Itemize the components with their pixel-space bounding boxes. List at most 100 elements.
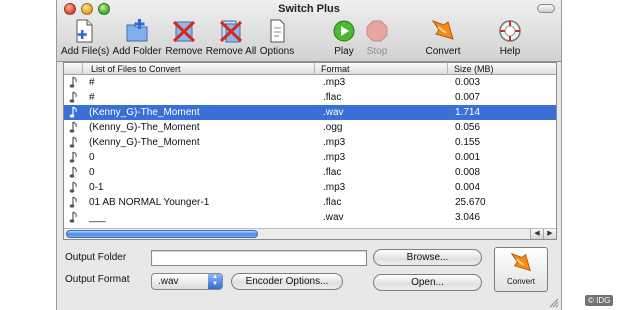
horizontal-scrollbar[interactable]: ◀ ▶ xyxy=(64,228,556,239)
file-icon-cell xyxy=(69,90,81,105)
browse-button[interactable]: Browse... xyxy=(373,249,482,266)
table-body: # .mp3 0.003 # .flac 0.007 (Kenny_G)-The_Momen… xyxy=(64,75,556,225)
file-list-table[interactable]: List of Files to Convert Format Size (MB… xyxy=(63,62,557,240)
file-icon-cell xyxy=(69,135,81,150)
add-file-icon xyxy=(76,19,93,43)
file-size-cell: 3.046 xyxy=(455,212,481,223)
play-button[interactable]: Play xyxy=(327,18,361,60)
file-size-cell: 0.001 xyxy=(455,152,481,163)
remove-button[interactable]: Remove xyxy=(165,18,203,60)
encoder-options-button[interactable]: Encoder Options... xyxy=(231,273,343,290)
output-folder-label: Output Folder xyxy=(65,252,127,263)
column-header-label: List of Files to Convert xyxy=(91,64,181,74)
output-format-label: Output Format xyxy=(65,274,130,285)
window-title: Switch Plus xyxy=(278,3,340,15)
table-row[interactable]: # .flac 0.007 xyxy=(64,90,556,105)
toolbar-label: Options xyxy=(259,46,295,57)
add-folder-button[interactable]: Add Folder xyxy=(111,18,163,60)
options-button[interactable]: Options xyxy=(258,18,296,60)
file-format-cell: .mp3 xyxy=(323,152,346,163)
file-size-cell: 0.056 xyxy=(455,122,481,133)
toolbar-label: Convert xyxy=(425,46,461,57)
file-name-cell: # xyxy=(89,92,95,103)
table-row[interactable]: 0-1 .mp3 0.004 xyxy=(64,180,556,195)
table-row[interactable]: 01 AB NORMAL Younger-1 .flac 25.670 xyxy=(64,195,556,210)
file-name-cell: (Kenny_G)-The_Moment xyxy=(89,137,200,148)
convert-big-button[interactable]: Convert xyxy=(494,247,548,292)
toolbar-label: Help xyxy=(499,46,521,57)
toolbar-label: Play xyxy=(334,46,354,57)
column-header-files[interactable]: List of Files to Convert xyxy=(83,63,315,75)
help-button[interactable]: Help xyxy=(493,18,527,60)
icon-column-header[interactable] xyxy=(64,63,83,75)
help-icon xyxy=(499,20,521,42)
chevron-updown-icon: ▲ ▼ xyxy=(208,274,222,289)
convert-icon xyxy=(431,20,454,40)
file-size-cell: 0.155 xyxy=(455,137,481,148)
convert-button[interactable]: Convert xyxy=(421,18,465,60)
open-button[interactable]: Open... xyxy=(373,274,482,291)
remove-all-icon xyxy=(219,20,243,43)
resize-grip-icon[interactable] xyxy=(549,298,559,308)
file-name-cell: 01 AB NORMAL Younger-1 xyxy=(89,197,210,208)
scroll-left-arrow[interactable]: ◀ xyxy=(530,229,543,239)
add-folder-icon xyxy=(126,19,148,42)
file-size-cell: 25.670 xyxy=(455,197,486,208)
audio-file-icon xyxy=(69,121,77,133)
audio-file-icon xyxy=(69,91,77,103)
file-name-cell: 0 xyxy=(89,167,95,178)
audio-file-icon xyxy=(69,151,77,163)
file-name-cell: ___ xyxy=(89,212,106,223)
options-icon xyxy=(270,19,285,43)
table-row[interactable]: ___ .wav 3.046 xyxy=(64,210,556,225)
scrollbar-thumb[interactable] xyxy=(66,230,258,238)
file-size-cell: 0.004 xyxy=(455,182,481,193)
file-format-cell: .ogg xyxy=(323,122,343,133)
column-header-size[interactable]: Size (MB) xyxy=(448,63,556,75)
toolbar-label: Remove xyxy=(165,46,203,57)
scroll-right-arrow[interactable]: ▶ xyxy=(543,229,556,239)
stop-button[interactable]: Stop xyxy=(360,18,394,60)
file-name-cell: (Kenny_G)-The_Moment xyxy=(89,122,200,133)
output-format-select[interactable]: .wav ▲ ▼ xyxy=(151,273,223,290)
toolbar-label: Add File(s) xyxy=(61,46,110,57)
file-format-cell: .mp3 xyxy=(323,137,346,148)
add-files-button[interactable]: Add File(s) xyxy=(61,18,110,60)
audio-file-icon xyxy=(69,136,77,148)
file-format-cell: .wav xyxy=(323,107,344,118)
file-size-cell: 1.714 xyxy=(455,107,481,118)
remove-icon xyxy=(172,20,196,43)
table-row[interactable]: (Kenny_G)-The_Moment .mp3 0.155 xyxy=(64,135,556,150)
table-row[interactable]: (Kenny_G)-The_Moment .ogg 0.056 xyxy=(64,120,556,135)
play-icon xyxy=(333,20,355,42)
title-bar: Switch Plus Add File(s) Add Folder Remov… xyxy=(57,0,561,62)
column-header-format[interactable]: Format xyxy=(315,63,448,75)
output-folder-field[interactable] xyxy=(151,250,367,266)
file-icon-cell xyxy=(69,75,81,90)
table-row[interactable]: 0 .flac 0.008 xyxy=(64,165,556,180)
file-icon-cell xyxy=(69,120,81,135)
file-name-cell: 0-1 xyxy=(89,182,104,193)
column-header-label: Format xyxy=(321,64,350,74)
watermark: © IDG xyxy=(585,295,614,306)
file-size-cell: 0.008 xyxy=(455,167,481,178)
file-size-cell: 0.007 xyxy=(455,92,481,103)
table-row[interactable]: (Kenny_G)-The_Moment .wav 1.714 xyxy=(64,105,556,120)
file-format-cell: .mp3 xyxy=(323,77,346,88)
convert-icon xyxy=(510,252,531,272)
file-format-cell: .flac xyxy=(323,197,342,208)
audio-file-icon xyxy=(69,76,77,88)
file-name-cell: # xyxy=(89,77,95,88)
remove-all-button[interactable]: Remove All xyxy=(205,18,257,60)
file-icon-cell xyxy=(69,180,81,195)
toolbar-toggle-button[interactable] xyxy=(537,4,555,13)
file-name-cell: (Kenny_G)-The_Moment xyxy=(89,107,200,118)
table-row[interactable]: # .mp3 0.003 xyxy=(64,75,556,90)
switch-plus-window: Switch Plus Add File(s) Add Folder Remov… xyxy=(56,0,562,310)
audio-file-icon xyxy=(69,181,77,193)
file-icon-cell xyxy=(69,150,81,165)
table-header: List of Files to Convert Format Size (MB… xyxy=(64,63,556,75)
toolbar-label: Remove All xyxy=(205,46,257,57)
table-row[interactable]: 0 .mp3 0.001 xyxy=(64,150,556,165)
audio-file-icon xyxy=(69,106,77,118)
